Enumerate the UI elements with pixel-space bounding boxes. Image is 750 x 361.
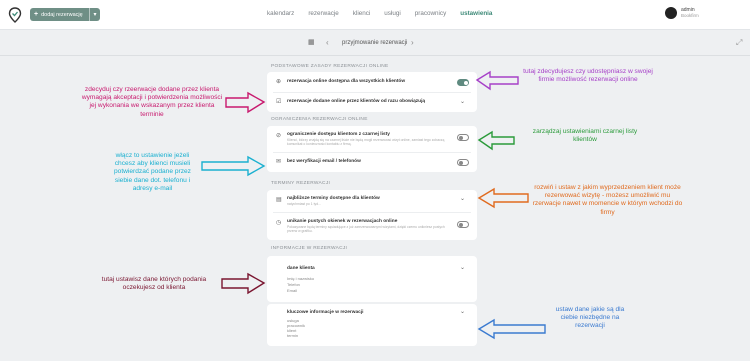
arrow-green — [477, 130, 515, 151]
annotation-online-availability: tutaj zdecydujesz czy udostępniasz w swo… — [523, 68, 653, 84]
annotation-key-info: ustaw dane jakie są dla ciebie niezbędne… — [555, 306, 625, 330]
annotation-advance-booking: rozwiń i ustaw z jakim wyprzedzeniem kli… — [532, 184, 683, 216]
arrow-cyan — [201, 155, 266, 177]
arrow-magenta — [225, 91, 266, 114]
annotation-blacklist: zarządzaj ustawieniami czarnej listy kli… — [532, 128, 638, 144]
arrow-maroon — [221, 272, 266, 295]
arrow-blue — [477, 318, 546, 340]
annotation-verification: włącz to ustawienie jeżeli chcesz aby kl… — [114, 152, 191, 192]
arrow-purple — [475, 70, 519, 91]
annotation-acceptance: zdecyduj czy rzeerwacje dodane przez kli… — [81, 86, 223, 118]
annotation-client-data: tutaj ustawisz dane których podania ocze… — [101, 276, 207, 292]
arrow-orange — [477, 187, 529, 209]
